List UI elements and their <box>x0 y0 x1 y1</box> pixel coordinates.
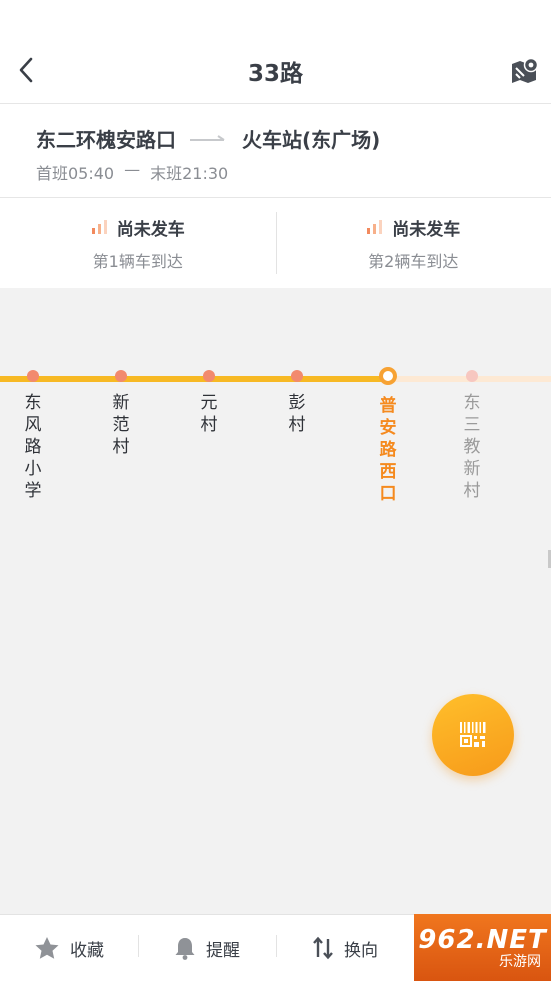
station-name: 元村 <box>200 393 218 435</box>
schedule-separator: — <box>124 160 141 179</box>
current-station-dot <box>379 367 397 385</box>
arrival-status: 尚未发车 <box>116 219 185 240</box>
station[interactable]: 元村 <box>189 369 229 436</box>
page-title: 33路 <box>247 61 303 87</box>
signal-icon <box>367 220 383 234</box>
first-bus-time: 首班05:40 <box>36 164 115 183</box>
station-name: 彭村 <box>288 393 306 435</box>
map-pin-icon <box>512 57 539 83</box>
arrival-status-row: 尚未发车 <box>366 215 460 240</box>
switch-direction-label: 换向 <box>344 940 378 961</box>
station[interactable]: 新范村 <box>101 369 141 458</box>
route-origin: 东二环槐安路口 <box>36 128 176 152</box>
arrival-card[interactable]: 尚未发车 第1辆车到达 <box>0 198 276 288</box>
signal-icon <box>91 220 107 234</box>
star-icon <box>34 936 60 960</box>
station-dot <box>203 370 215 382</box>
watermark-text: 962.NET <box>418 924 547 955</box>
watermark-subtext: 乐游网 <box>499 953 541 970</box>
route-info: 东二环槐安路口 火车站(东广场) 首班05:40 — 末班21:30 <box>0 104 551 198</box>
station-name: 新范村 <box>112 393 130 457</box>
nav-bar: 33路 <box>0 36 551 104</box>
arrival-status-row: 尚未发车 <box>91 215 185 240</box>
route-direction: 东二环槐安路口 火车站(东广场) <box>36 124 380 153</box>
arrival-subtitle: 第1辆车到达 <box>92 251 183 271</box>
station[interactable]: 东风路小学 <box>13 369 53 502</box>
bell-icon <box>174 936 196 960</box>
route-map[interactable]: 东风路小学 新范村 元村 彭村 普安路西口 东三教新村 <box>0 288 551 914</box>
barcode-scan-icon <box>460 722 486 747</box>
schedule: 首班05:40 — 末班21:30 <box>36 160 228 184</box>
station-name: 东风路小学 <box>24 393 42 501</box>
status-bar <box>0 0 551 36</box>
watermark-logo: 962.NET 乐游网 <box>414 914 551 981</box>
station-dot <box>466 370 478 382</box>
route-destination: 火车站(东广场) <box>242 128 381 152</box>
scan-code-button[interactable] <box>432 694 514 776</box>
map-button[interactable] <box>509 54 541 86</box>
arrival-subtitle: 第2辆车到达 <box>368 251 459 271</box>
station-dot <box>291 370 303 382</box>
station[interactable]: 彭村 <box>277 369 317 436</box>
reminder-button[interactable]: 提醒 <box>138 915 276 981</box>
reminder-label: 提醒 <box>206 940 240 961</box>
switch-direction-button[interactable]: 换向 <box>276 915 414 981</box>
station-dot <box>115 370 127 382</box>
station[interactable]: 东三教新村 <box>452 369 492 502</box>
favorite-button[interactable]: 收藏 <box>0 915 138 981</box>
station-dot <box>27 370 39 382</box>
station-name: 东三教新村 <box>463 393 481 501</box>
favorite-label: 收藏 <box>70 940 104 961</box>
station-current[interactable]: 普安路西口 <box>368 367 408 505</box>
arrival-card[interactable]: 尚未发车 第2辆车到达 <box>275 198 551 288</box>
arrival-panel: 尚未发车 第1辆车到达 尚未发车 第2辆车到达 <box>0 198 551 288</box>
swap-vertical-icon <box>312 936 334 960</box>
arrival-status: 尚未发车 <box>392 219 461 240</box>
last-bus-time: 末班21:30 <box>150 164 229 183</box>
arrow-right-icon <box>190 134 225 141</box>
station-name: 普安路西口 <box>379 396 397 504</box>
